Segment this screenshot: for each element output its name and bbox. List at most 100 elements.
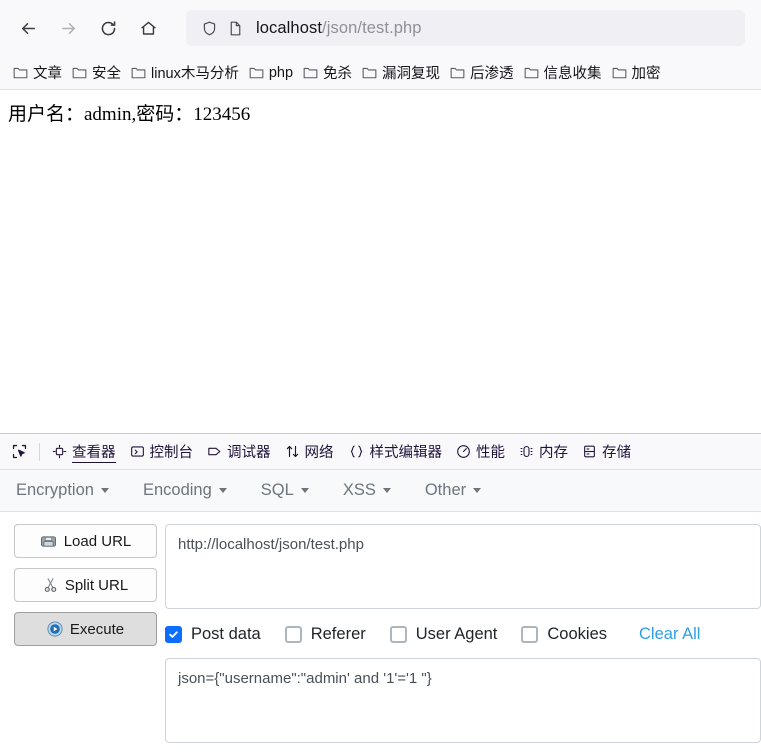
folder-icon <box>249 66 264 80</box>
hackbar-menu-label: SQL <box>260 481 294 499</box>
network-icon <box>285 444 300 459</box>
hackbar-menu-label: XSS <box>342 481 376 499</box>
devtools-tab-4[interactable]: 网络 <box>278 438 341 466</box>
navigation-toolbar: localhost/json/test.php <box>0 0 761 56</box>
folder-icon <box>450 66 465 80</box>
clear-all-link[interactable]: Clear All <box>639 625 700 644</box>
checkbox-cookies[interactable]: Cookies <box>521 625 607 644</box>
folder-icon <box>362 66 377 80</box>
bookmark-item[interactable]: linux木马分析 <box>126 59 244 86</box>
page-body-text: 用户名：admin,密码：123456 <box>8 104 251 125</box>
devtools-panel: 查看器 控制台 调试器 网络 样式编辑器 性能 内存 存储 Encryption Encodin… <box>0 433 761 743</box>
devtools-tab-8[interactable]: 存储 <box>575 438 638 466</box>
devtools-tab-7[interactable]: 内存 <box>512 438 575 466</box>
bookmark-label: 加密 <box>631 66 661 82</box>
bookmark-item[interactable]: php <box>244 62 298 84</box>
bookmark-item[interactable]: 文章 <box>8 59 67 86</box>
hackbar-menu-bar: Encryption Encoding SQL XSS Other <box>0 470 761 512</box>
chevron-down-icon <box>300 488 309 493</box>
devtools-tab-label: 内存 <box>539 445 568 461</box>
url-text[interactable]: localhost/json/test.php <box>256 19 422 38</box>
scissors-icon <box>43 577 58 593</box>
load-url-button[interactable]: Load URL <box>14 524 157 558</box>
checkbox-box[interactable] <box>521 626 539 643</box>
chevron-down-icon <box>473 488 482 493</box>
address-bar[interactable]: localhost/json/test.php <box>186 10 745 46</box>
performance-icon <box>456 444 471 459</box>
bookmark-label: php <box>268 64 294 81</box>
checkbox-box[interactable] <box>284 626 302 643</box>
devtools-tab-label: 查看器 <box>72 441 116 463</box>
devtools-tab-bar: 查看器 控制台 调试器 网络 样式编辑器 性能 内存 存储 <box>0 434 761 470</box>
bookmark-item[interactable]: 信息收集 <box>519 59 607 86</box>
checkbox-referer[interactable]: Referer <box>284 625 366 644</box>
devtools-tab-6[interactable]: 性能 <box>449 438 512 466</box>
hackbar-options-row: Post data Referer User Agent Cookies Clear A… <box>165 625 761 644</box>
hackbar-menu-xss[interactable]: XSS <box>341 478 393 503</box>
bookmark-item[interactable]: 安全 <box>67 59 126 86</box>
play-icon <box>47 621 63 637</box>
toolbar-divider <box>39 442 40 461</box>
checkbox-label: User Agent <box>415 625 498 643</box>
hackbar-menu-encoding[interactable]: Encoding <box>141 478 229 503</box>
folder-icon <box>612 66 627 80</box>
devtools-tab-label: 存储 <box>602 445 631 461</box>
chevron-down-icon <box>382 488 391 493</box>
devtools-tab-5[interactable]: 样式编辑器 <box>341 438 450 466</box>
bookmark-label: 后渗透 <box>470 66 514 82</box>
devtools-tab-label: 控制台 <box>149 445 194 461</box>
devtools-tab-3[interactable]: 调试器 <box>200 438 278 466</box>
hackbar-menu-sql[interactable]: SQL <box>259 478 311 503</box>
style-editor-icon <box>348 444 365 459</box>
bookmark-item[interactable]: 后渗透 <box>445 59 519 86</box>
folder-icon <box>303 66 318 80</box>
bookmark-label: linux木马分析 <box>151 66 239 82</box>
hackbar-action-buttons: Load URL Split URL Execute <box>0 524 165 743</box>
bookmark-item[interactable]: 漏洞复现 <box>357 59 445 86</box>
bookmark-label: 漏洞复现 <box>382 66 441 82</box>
load-url-label: Load URL <box>63 532 132 550</box>
split-url-button[interactable]: Split URL <box>14 568 157 602</box>
url-input[interactable]: http://localhost/json/test.php <box>165 524 761 609</box>
folder-icon <box>131 66 146 80</box>
checkbox-post-data[interactable]: Post data <box>165 625 261 644</box>
folder-icon <box>524 66 539 80</box>
hackbar-menu-encryption[interactable]: Encryption <box>14 478 111 503</box>
inspector-icon <box>52 444 67 459</box>
url-path: /json/test.php <box>322 18 422 37</box>
hackbar-menu-label: Encryption <box>16 481 94 499</box>
back-button[interactable] <box>10 10 46 46</box>
page-viewport: 用户名：admin,密码：123456 <box>0 90 761 433</box>
bookmark-item[interactable]: 免杀 <box>298 59 357 86</box>
devtools-tab-2[interactable]: 控制台 <box>123 438 201 466</box>
page-icon[interactable] <box>222 15 248 41</box>
home-button[interactable] <box>130 10 166 46</box>
checkbox-user-agent[interactable]: User Agent <box>389 625 498 644</box>
hackbar-menu-label: Encoding <box>142 481 212 499</box>
checkbox-box[interactable] <box>389 626 407 643</box>
checkbox-box[interactable] <box>165 626 182 643</box>
bookmark-label: 信息收集 <box>543 66 602 82</box>
bookmark-item[interactable]: 加密 <box>607 59 666 86</box>
devtools-tabs: 查看器 控制台 调试器 网络 样式编辑器 性能 内存 存储 <box>45 438 638 466</box>
hackbar-panel: Encryption Encoding SQL XSS Other Load URL <box>0 470 761 743</box>
console-icon <box>130 444 145 459</box>
bookmark-label: 安全 <box>92 66 121 82</box>
hackbar-menu-other[interactable]: Other <box>423 478 483 503</box>
forward-button[interactable] <box>50 10 86 46</box>
bookmark-label: 文章 <box>33 66 62 82</box>
shield-icon[interactable] <box>196 15 222 41</box>
element-picker-icon[interactable] <box>4 438 34 466</box>
load-url-icon <box>40 534 57 549</box>
split-url-label: Split URL <box>64 576 129 594</box>
checkbox-label: Referer <box>310 625 366 643</box>
devtools-tab-label: 网络 <box>304 445 334 461</box>
devtools-tab-label: 样式编辑器 <box>369 445 443 461</box>
chevron-down-icon <box>100 488 109 493</box>
storage-icon <box>582 444 597 459</box>
devtools-tab-1[interactable]: 查看器 <box>45 438 123 466</box>
post-data-input[interactable]: json={"username":"admin' and '1'='1 "} <box>165 658 761 743</box>
execute-button[interactable]: Execute <box>14 612 157 646</box>
reload-button[interactable] <box>90 10 126 46</box>
devtools-tab-label: 性能 <box>476 445 505 461</box>
